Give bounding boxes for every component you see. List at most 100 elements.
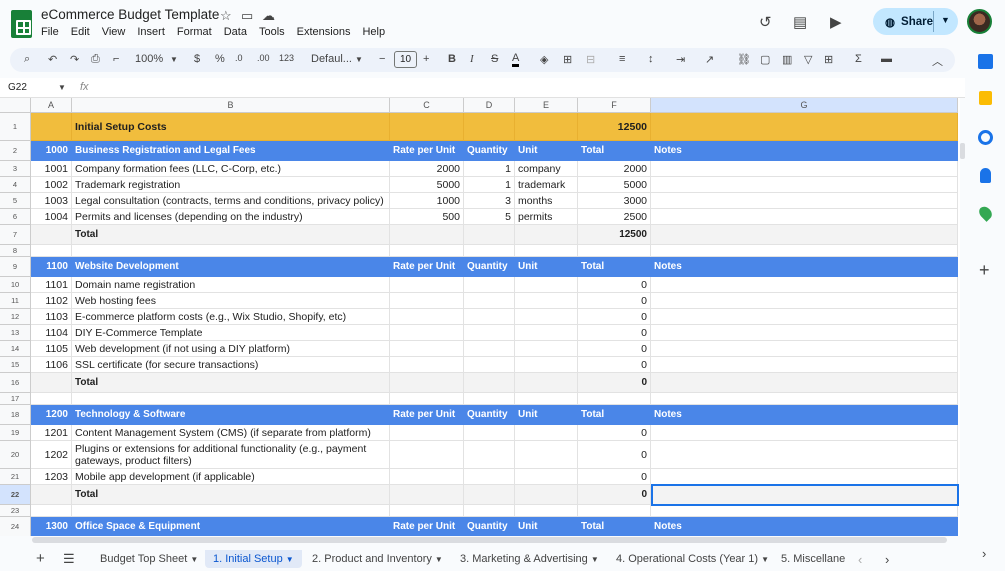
cell[interactable] <box>515 357 578 373</box>
font-select[interactable]: Defaul... <box>311 53 352 65</box>
cell[interactable] <box>651 277 958 293</box>
percent-format-button[interactable]: % <box>215 53 225 65</box>
contacts-icon[interactable] <box>980 168 991 183</box>
cell[interactable] <box>515 225 578 245</box>
cell[interactable] <box>515 469 578 485</box>
decrease-font-size-icon[interactable]: − <box>379 53 385 65</box>
cell[interactable] <box>651 373 958 393</box>
cell[interactable]: trademark <box>515 177 578 193</box>
comments-icon[interactable]: ▤ <box>793 13 807 31</box>
cell[interactable]: 1 <box>464 177 515 193</box>
menu-help[interactable]: Help <box>362 26 385 38</box>
cell[interactable]: 0 <box>578 441 651 469</box>
increase-decimal-button[interactable]: .00 <box>257 53 270 63</box>
cell[interactable] <box>390 425 464 441</box>
cell[interactable] <box>651 469 958 485</box>
cell[interactable]: Rate per Unit <box>390 517 464 536</box>
fill-color-icon[interactable]: ◈ <box>540 53 548 66</box>
insert-chart-icon[interactable]: ▥ <box>782 53 792 66</box>
print-icon[interactable]: ⎙ <box>91 53 100 66</box>
cell[interactable] <box>464 309 515 325</box>
functions-icon[interactable]: Σ <box>855 53 862 65</box>
cell[interactable] <box>464 469 515 485</box>
cell[interactable] <box>464 505 515 517</box>
cell[interactable]: 1201 <box>31 425 72 441</box>
cell[interactable]: 1300 <box>31 517 72 536</box>
filter-views-icon[interactable]: ⊞ <box>824 53 833 66</box>
cell[interactable] <box>515 393 578 405</box>
cell[interactable]: E-commerce platform costs (e.g., Wix Stu… <box>72 309 390 325</box>
cell[interactable]: Total <box>578 517 651 536</box>
cell[interactable] <box>515 113 578 141</box>
cell[interactable]: Website Development <box>72 257 390 277</box>
cell[interactable] <box>464 393 515 405</box>
cell[interactable] <box>464 373 515 393</box>
tab-marketing-advertising[interactable]: 3. Marketing & Advertising ▼ <box>460 553 599 565</box>
tab-miscellaneous[interactable]: 5. Miscellane <box>781 553 847 565</box>
cell[interactable]: Technology & Software <box>72 405 390 425</box>
collapse-toolbar-icon[interactable]: ︿ <box>932 53 943 69</box>
more-formats-button[interactable]: 123 <box>279 53 294 63</box>
cell[interactable]: 5000 <box>578 177 651 193</box>
cell[interactable] <box>651 325 958 341</box>
row-header[interactable]: 22 <box>0 485 31 505</box>
cell[interactable] <box>72 245 390 257</box>
currency-format-button[interactable]: $ <box>194 53 200 65</box>
cell[interactable] <box>464 277 515 293</box>
menu-tools[interactable]: Tools <box>259 26 285 38</box>
cell[interactable]: 0 <box>578 277 651 293</box>
tab-menu-icon[interactable]: ▼ <box>435 555 443 564</box>
cell[interactable] <box>464 245 515 257</box>
cell[interactable] <box>651 161 958 177</box>
cell[interactable] <box>515 277 578 293</box>
column-header[interactable]: E <box>515 98 578 113</box>
menu-extensions[interactable]: Extensions <box>297 26 351 38</box>
cell[interactable]: company <box>515 161 578 177</box>
cell[interactable]: SSL certificate (for secure transactions… <box>72 357 390 373</box>
cell[interactable] <box>390 469 464 485</box>
cloud-status-icon[interactable]: ☁ <box>262 8 275 24</box>
row-header[interactable]: 4 <box>0 177 31 193</box>
row-header[interactable]: 18 <box>0 405 31 425</box>
add-sheet-icon[interactable]: + <box>36 550 45 567</box>
row-header[interactable]: 23 <box>0 505 31 517</box>
zoom-dropdown-icon[interactable]: ▼ <box>170 55 178 64</box>
increase-font-size-icon[interactable]: + <box>423 53 429 65</box>
cell[interactable] <box>31 245 72 257</box>
menu-view[interactable]: View <box>102 26 126 38</box>
add-addon-icon[interactable]: + <box>979 260 990 281</box>
cell[interactable]: 1 <box>464 161 515 177</box>
horizontal-align-icon[interactable]: ≡ <box>619 53 625 65</box>
scroll-tabs-right-icon[interactable]: › <box>885 552 889 567</box>
menu-insert[interactable]: Insert <box>137 26 165 38</box>
cell[interactable]: Notes <box>651 141 958 161</box>
vertical-align-icon[interactable]: ↕ <box>648 53 654 65</box>
filter-icon[interactable]: ▽ <box>804 53 812 66</box>
cell[interactable]: 5000 <box>390 177 464 193</box>
row-header[interactable]: 13 <box>0 325 31 341</box>
row-header[interactable]: 15 <box>0 357 31 373</box>
cell[interactable] <box>651 245 958 257</box>
row-header[interactable]: 10 <box>0 277 31 293</box>
cell[interactable] <box>31 505 72 517</box>
cell[interactable] <box>464 441 515 469</box>
cell[interactable]: DIY E-Commerce Template <box>72 325 390 341</box>
cell[interactable] <box>390 441 464 469</box>
row-header[interactable]: 21 <box>0 469 31 485</box>
cell[interactable]: Total <box>578 257 651 277</box>
cell[interactable]: Rate per Unit <box>390 141 464 161</box>
zoom-select[interactable]: 100% <box>135 53 163 65</box>
cell[interactable]: 1102 <box>31 293 72 309</box>
font-size-input[interactable]: 10 <box>394 51 417 68</box>
column-header[interactable]: B <box>72 98 390 113</box>
cell[interactable]: Total <box>72 373 390 393</box>
cell[interactable] <box>515 373 578 393</box>
cell[interactable]: 12500 <box>578 113 651 141</box>
cell[interactable] <box>515 341 578 357</box>
cell[interactable] <box>390 357 464 373</box>
keep-icon[interactable] <box>979 91 992 105</box>
cell[interactable] <box>464 485 515 505</box>
bold-icon[interactable]: B <box>448 53 456 65</box>
cell[interactable]: Company formation fees (LLC, C-Corp, etc… <box>72 161 390 177</box>
maps-icon[interactable] <box>976 204 995 222</box>
